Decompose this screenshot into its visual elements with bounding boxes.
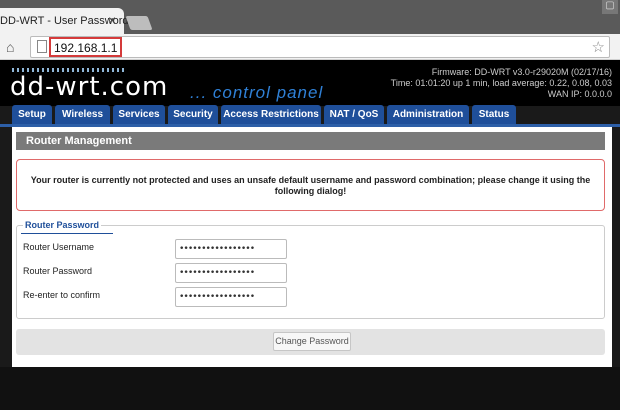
legend-underline <box>21 233 113 234</box>
tab-administration[interactable]: Administration <box>387 105 469 124</box>
page-footer-area <box>0 367 620 410</box>
browser-tab[interactable]: DD-WRT - User Password × <box>0 8 129 34</box>
browser-toolbar: ⌂ 192.168.1.1 ☆ <box>0 34 620 60</box>
tab-security[interactable]: Security <box>168 105 218 124</box>
tab-wireless[interactable]: Wireless <box>55 105 110 124</box>
confirm-label: Re-enter to confirm <box>23 290 101 300</box>
star-icon[interactable]: ☆ <box>592 38 605 56</box>
password-label: Router Password <box>23 266 93 276</box>
logo: dd-wrt.com <box>10 72 169 102</box>
warning-box: Your router is currently not protected a… <box>16 159 605 211</box>
status-info: Firmware: DD-WRT v3.0-r29020M (02/17/16)… <box>391 67 612 100</box>
username-label: Router Username <box>23 242 95 252</box>
address-bar[interactable]: 192.168.1.1 ☆ <box>30 36 610 58</box>
page-icon <box>37 40 47 53</box>
tab-setup[interactable]: Setup <box>12 105 52 124</box>
username-field[interactable]: ••••••••••••••••• <box>175 239 287 259</box>
url-text[interactable]: 192.168.1.1 <box>49 37 123 57</box>
browser-tabstrip: DD-WRT - User Password × ▢ <box>0 0 620 34</box>
section-title: Router Management <box>16 132 605 150</box>
firmware-text: Firmware: DD-WRT v3.0-r29020M (02/17/16) <box>431 67 612 77</box>
tab-services[interactable]: Services <box>113 105 165 124</box>
time-text: Time: 01:01:20 up 1 min, load average: 0… <box>390 78 612 88</box>
home-icon[interactable]: ⌂ <box>6 39 14 55</box>
password-field[interactable]: ••••••••••••••••• <box>175 263 287 283</box>
ddwrt-header: dd-wrt.com ... control panel Firmware: D… <box>0 60 620 106</box>
close-icon[interactable]: × <box>108 12 116 28</box>
tab-access-restrictions[interactable]: Access Restrictions <box>221 105 321 124</box>
fieldset-legend: Router Password <box>23 220 102 230</box>
confirm-password-field[interactable]: ••••••••••••••••• <box>175 287 287 307</box>
new-tab-button[interactable] <box>125 16 153 30</box>
main-content: Router Management Your router is current… <box>12 127 612 367</box>
logo-subtitle: ... control panel <box>190 83 324 102</box>
change-password-button[interactable]: Change Password <box>273 332 351 351</box>
tab-status[interactable]: Status <box>472 105 516 124</box>
submit-bar: Change Password <box>16 329 605 355</box>
wan-ip-text: WAN IP: 0.0.0.0 <box>547 89 612 99</box>
tab-nat-qos[interactable]: NAT / QoS <box>324 105 384 124</box>
window-close-icon[interactable]: ▢ <box>602 0 618 14</box>
router-password-fieldset: Router Password Router Username ••••••••… <box>16 220 605 319</box>
